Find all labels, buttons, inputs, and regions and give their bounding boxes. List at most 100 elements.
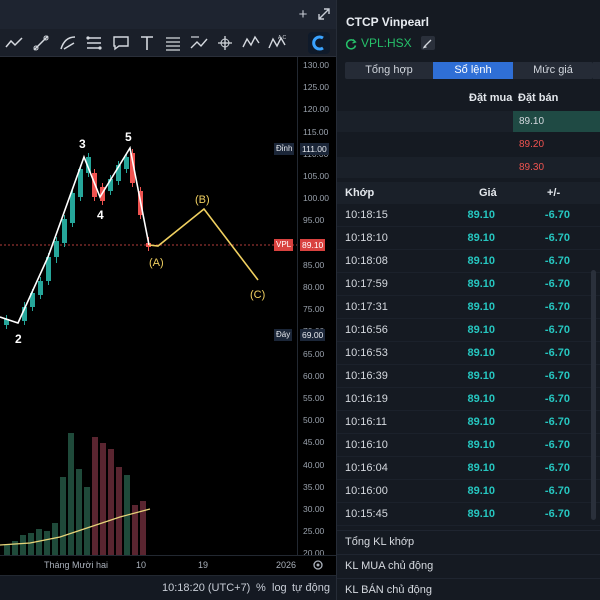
time-axis[interactable]: Tháng Mười hai 10 19 2026 xyxy=(0,555,336,575)
trade-change: -6.70 xyxy=(544,347,570,359)
pencil-icon[interactable] xyxy=(421,36,435,50)
trade-time: 10:18:10 xyxy=(345,232,388,244)
ray-icon[interactable] xyxy=(31,33,51,53)
trade-time: 10:18:08 xyxy=(345,255,388,267)
elliott-abcd-icon[interactable]: A C xyxy=(267,33,287,53)
summary-total-volume-label: Tổng KL khớp xyxy=(345,536,415,548)
trade-row[interactable]: 10:17:59 89.10 -6.70 xyxy=(337,273,600,296)
cross-icon[interactable] xyxy=(215,33,235,53)
trade-price: 89.10 xyxy=(467,370,495,382)
trade-row[interactable]: 10:16:39 89.10 -6.70 xyxy=(337,365,600,388)
plus-icon[interactable]: + xyxy=(295,7,311,23)
percent-toggle[interactable]: % xyxy=(256,582,266,594)
comment-icon[interactable] xyxy=(111,33,131,53)
summary-active-sell[interactable]: KL BÁN chủ động xyxy=(337,578,600,600)
volume-bar xyxy=(4,545,10,555)
trade-row[interactable]: 10:15:45 89.10 -6.70 xyxy=(337,503,600,526)
logo-icon[interactable] xyxy=(308,32,330,54)
trade-price: 89.10 xyxy=(467,324,495,336)
trade-row[interactable]: 10:16:11 89.10 -6.70 xyxy=(337,411,600,434)
text-icon[interactable] xyxy=(137,33,157,53)
stock-name: CTCP Vinpearl xyxy=(346,15,429,29)
pattern-icon[interactable] xyxy=(163,33,183,53)
tab-price-levels[interactable]: Mức giá xyxy=(513,62,593,79)
price-chart[interactable]: 2 3 4 5 (A) (B) (C) xyxy=(0,57,297,555)
candle-body xyxy=(70,193,75,223)
trade-change: -6.70 xyxy=(544,439,570,451)
price-tick: 45.00 xyxy=(303,437,325,448)
tab-summary[interactable]: Tổng hợp xyxy=(345,62,433,79)
wave-label-2: 2 xyxy=(15,332,22,346)
price-axis[interactable]: 130.00125.00120.00115.00110.00105.00100.… xyxy=(274,57,336,558)
summary-active-buy[interactable]: KL MUA chủ động xyxy=(337,554,600,578)
trade-row[interactable]: 10:16:04 89.10 -6.70 xyxy=(337,457,600,480)
clock-label: 10:18:20 (UTC+7) xyxy=(162,582,251,594)
exchange-code: VPL:HSX xyxy=(361,36,412,50)
trade-price: 89.10 xyxy=(467,485,495,497)
trade-row[interactable]: 10:16:10 89.10 -6.70 xyxy=(337,434,600,457)
elliott-abc-icon[interactable] xyxy=(241,33,261,53)
trade-row[interactable]: 10:17:31 89.10 -6.70 xyxy=(337,296,600,319)
order-book-row[interactable]: 89.20 xyxy=(337,134,600,155)
trough-price-tag-label: Đáy xyxy=(274,329,293,341)
pitchfork-icon[interactable] xyxy=(58,33,78,53)
volume-bar xyxy=(20,535,26,555)
tab-order-book[interactable]: Sổ lệnh xyxy=(433,62,513,79)
settings-icon[interactable] xyxy=(311,558,325,572)
trade-price: 89.10 xyxy=(467,255,495,267)
trade-row[interactable]: 10:16:53 89.10 -6.70 xyxy=(337,342,600,365)
volume-bar xyxy=(140,501,146,555)
trades-scrollbar[interactable] xyxy=(591,270,596,520)
order-book-row[interactable]: 89.10 xyxy=(337,111,600,132)
trade-change: -6.70 xyxy=(544,278,570,290)
trade-row[interactable]: 10:18:08 89.10 -6.70 xyxy=(337,250,600,273)
current-price-tag: 89.10 xyxy=(300,239,326,251)
trade-price: 89.10 xyxy=(467,393,495,405)
volume-bar xyxy=(12,541,18,555)
trades-price-header: Giá xyxy=(479,187,497,199)
trade-price: 89.10 xyxy=(467,439,495,451)
price-tick: 130.00 xyxy=(303,60,329,70)
trade-time: 10:16:56 xyxy=(345,324,388,336)
trade-row[interactable]: 10:16:56 89.10 -6.70 xyxy=(337,319,600,342)
fib-icon[interactable] xyxy=(84,33,104,53)
summary-total-volume[interactable]: Tổng KL khớp xyxy=(337,530,600,554)
scroll-right-icon[interactable] xyxy=(593,62,600,79)
trade-change: -6.70 xyxy=(544,324,570,336)
price-tick: 75.00 xyxy=(303,304,325,315)
chart-pane[interactable]: + A C 2 3 4 5 (A) (B) (C) 130.00 125.00 … xyxy=(0,0,336,600)
auto-toggle[interactable]: tự động xyxy=(292,582,330,594)
trade-change: -6.70 xyxy=(544,232,570,244)
order-book-row[interactable]: 89.30 xyxy=(337,157,600,178)
time-label-10: 10 xyxy=(136,560,147,570)
price-tick: 50.00 xyxy=(303,415,325,426)
trade-time: 10:16:11 xyxy=(345,416,388,428)
abc-correction-line xyxy=(148,207,259,281)
trade-row[interactable]: 10:16:19 89.10 -6.70 xyxy=(337,388,600,411)
expand-icon[interactable] xyxy=(316,7,332,23)
trade-change: -6.70 xyxy=(544,416,570,428)
trade-change: -6.70 xyxy=(544,485,570,497)
trend-line-icon[interactable] xyxy=(4,33,24,53)
price-tick: 105.00 xyxy=(303,171,329,181)
time-label-month: Tháng Mười hai xyxy=(44,560,108,570)
trade-time: 10:16:10 xyxy=(345,439,388,451)
sell-price-3: 89.30 xyxy=(519,162,545,173)
buy-header: Đặt mua xyxy=(469,92,513,104)
trade-row[interactable]: 10:18:10 89.10 -6.70 xyxy=(337,227,600,250)
volume-bar xyxy=(68,433,74,555)
wave-label-5: 5 xyxy=(125,130,132,144)
trade-price: 89.10 xyxy=(467,508,495,520)
price-tick: 80.00 xyxy=(303,282,325,292)
refresh-icon[interactable] xyxy=(345,37,357,50)
log-toggle[interactable]: log xyxy=(272,582,287,594)
trade-time: 10:16:04 xyxy=(345,462,388,474)
trade-change: -6.70 xyxy=(544,370,570,382)
candle-body xyxy=(62,219,67,243)
trade-row[interactable]: 10:16:00 89.10 -6.70 xyxy=(337,480,600,503)
volume-bar xyxy=(60,477,66,555)
trade-time: 10:16:19 xyxy=(345,393,388,405)
candle-body xyxy=(38,281,43,295)
path-icon[interactable] xyxy=(189,33,209,53)
trade-row[interactable]: 10:18:15 89.10 -6.70 xyxy=(337,204,600,227)
